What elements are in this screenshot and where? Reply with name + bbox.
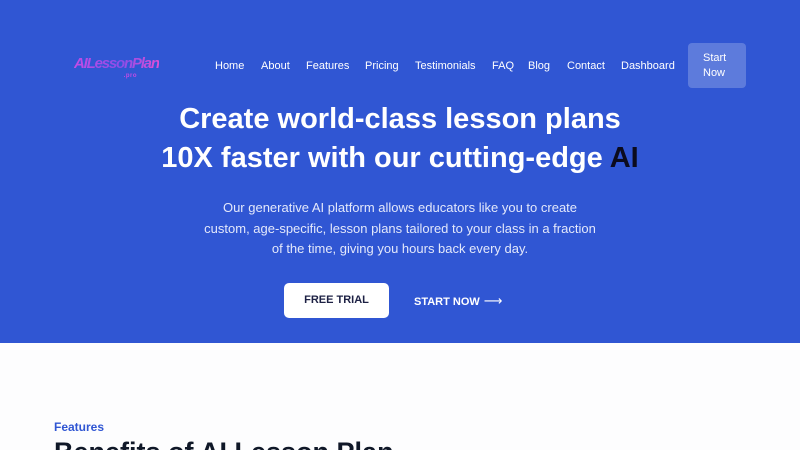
- headline-line-2: 10X faster with our cutting-edge AI: [0, 139, 800, 178]
- logo-suffix: .pro: [123, 73, 137, 79]
- start-now-link-label: START NOW: [414, 296, 480, 308]
- nav-item-contact[interactable]: Contact: [567, 58, 605, 74]
- nav-item-about[interactable]: About: [261, 58, 290, 74]
- headline-line-1: Create world-class lesson plans: [179, 103, 621, 135]
- features-section-label: Features: [54, 420, 105, 434]
- features-section-title: Benefits of AI Lesson Plan: [54, 434, 394, 450]
- hero-headline: Create world-class lesson plans 10X fast…: [0, 100, 800, 178]
- free-trial-button[interactable]: FREE TRIAL: [284, 283, 389, 318]
- nav-item-home[interactable]: Home: [215, 58, 244, 74]
- nav-item-testimonials[interactable]: Testimonials: [415, 58, 476, 74]
- nav-item-dashboard[interactable]: Dashboard: [621, 58, 675, 74]
- logo-wordmark: AILessonPlan: [74, 55, 160, 72]
- hero-description: Our generative AI platform allows educat…: [204, 200, 596, 256]
- hero-section: AILessonPlan .pro Home About Features Pr…: [0, 0, 800, 343]
- nav-item-features[interactable]: Features: [306, 58, 349, 74]
- start-now-button[interactable]: Start Now: [688, 43, 746, 88]
- start-now-label-line1: Start: [703, 52, 727, 64]
- headline-ai-highlight: AI: [609, 142, 639, 174]
- start-now-label-line2: Now: [703, 67, 726, 79]
- headline-line-2-text: 10X faster with our cutting-edge: [161, 142, 603, 174]
- start-now-link[interactable]: START NOW ⟶: [414, 283, 502, 318]
- nav-item-faq[interactable]: FAQ: [492, 58, 514, 74]
- arrow-right-icon: ⟶: [483, 293, 503, 308]
- brand-logo[interactable]: AILessonPlan .pro: [74, 55, 160, 81]
- nav-item-pricing[interactable]: Pricing: [365, 58, 399, 74]
- nav-item-blog[interactable]: Blog: [528, 58, 550, 74]
